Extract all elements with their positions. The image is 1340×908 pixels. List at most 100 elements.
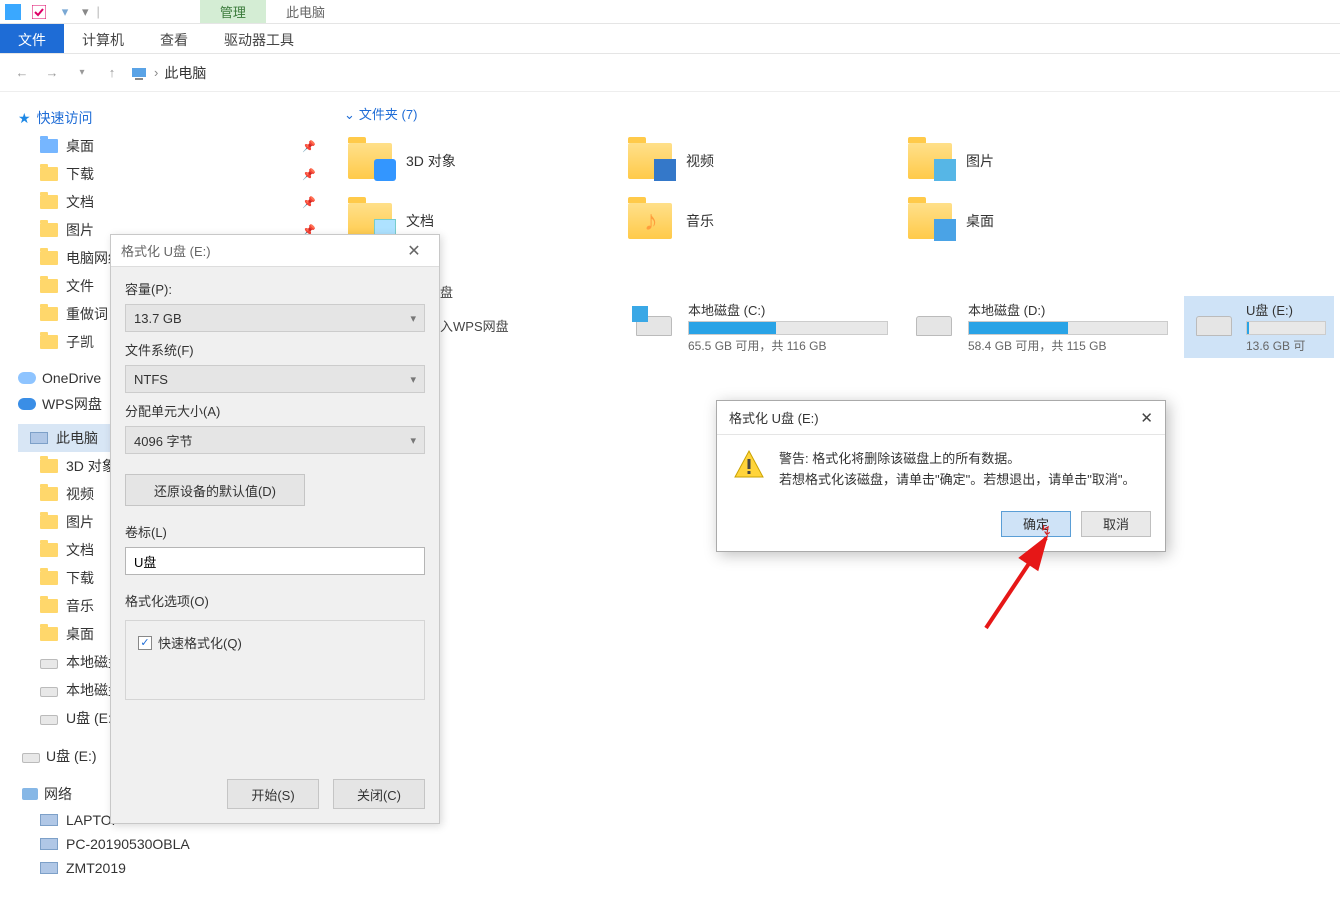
cloud-icon — [18, 398, 36, 410]
sidebar-item-downloads[interactable]: 下载📌 — [18, 160, 330, 188]
restore-defaults-button[interactable]: 还原设备的默认值(D) — [125, 474, 305, 506]
close-button[interactable]: 关闭(C) — [333, 779, 425, 809]
chevron-down-icon: ▾ — [410, 434, 416, 447]
drive-icon — [40, 659, 58, 669]
wps-drive-label: 盘 — [440, 282, 453, 301]
volume-label-input[interactable] — [125, 547, 425, 575]
capacity-select[interactable]: 13.7 GB▾ — [125, 304, 425, 332]
network-icon — [22, 788, 38, 800]
ribbon: 文件 计算机 查看 驱动器工具 — [0, 24, 1340, 54]
tab-manage[interactable]: 管理 — [200, 0, 266, 23]
checkbox-checked-icon[interactable]: ✓ — [138, 636, 152, 650]
allocation-label: 分配单元大小(A) — [125, 401, 425, 420]
sidebar-item-desktop[interactable]: 桌面📌 — [18, 132, 330, 160]
star-icon: ★ — [18, 110, 31, 127]
drive-icon — [1192, 300, 1234, 336]
nav-forward[interactable]: → — [40, 61, 64, 85]
ribbon-drivetools[interactable]: 驱动器工具 — [206, 24, 312, 53]
sidebar-item-netpc3[interactable]: ZMT2019 — [18, 856, 330, 880]
chevron-down-icon: ▾ — [410, 312, 416, 325]
allocation-select[interactable]: 4096 字节▾ — [125, 426, 425, 454]
title-bar: ▾ ▾ | 管理 此电脑 — [0, 0, 1340, 24]
path-chevron-icon: › — [154, 65, 158, 80]
pin-icon: 📌 — [302, 140, 316, 153]
sidebar-item-netpc2[interactable]: PC-20190530OBLA — [18, 832, 330, 856]
drive-icon — [40, 687, 58, 697]
folder-icon — [40, 279, 58, 293]
format-options-box: ✓ 快速格式化(Q) — [125, 620, 425, 700]
folder-icon — [628, 143, 672, 179]
folder-icon: ♪ — [628, 203, 672, 239]
usage-bar — [688, 321, 888, 335]
drive-icon — [40, 715, 58, 725]
group-header-folders[interactable]: ⌄文件夹 (7) — [340, 100, 1330, 131]
pc-icon — [130, 64, 148, 82]
qat-pipe: | — [97, 4, 100, 19]
ribbon-computer[interactable]: 计算机 — [64, 24, 142, 53]
drive-e[interactable]: U盘 (E:) 13.6 GB 可 — [1184, 296, 1334, 358]
pin-icon: 📌 — [302, 168, 316, 181]
folder-icon — [40, 459, 58, 473]
path-segment[interactable]: 此电脑 — [164, 63, 206, 83]
pin-icon: 📌 — [302, 196, 316, 209]
format-options-label: 格式化选项(O) — [125, 591, 425, 610]
pc-icon — [40, 862, 58, 874]
cancel-button[interactable]: 取消 — [1081, 511, 1151, 537]
address-bar: ← → ▾ ↑ › 此电脑 — [0, 54, 1340, 92]
nav-dropdown[interactable]: ▾ — [70, 61, 94, 85]
nav-up[interactable]: ↑ — [100, 61, 124, 85]
usage-bar — [1246, 321, 1326, 335]
confirm-dialog: 格式化 U盘 (E:) ✕ 警告: 格式化将删除该磁盘上的所有数据。 若想格式化… — [716, 400, 1166, 552]
dialog-titlebar[interactable]: 格式化 U盘 (E:) ✕ — [717, 401, 1165, 435]
quick-access-toolbar: ▾ ▾ | — [4, 3, 100, 21]
folder-icon — [40, 139, 58, 153]
folder-icon — [908, 143, 952, 179]
folder-music[interactable]: ♪音乐 — [620, 191, 900, 251]
start-button[interactable]: 开始(S) — [227, 779, 319, 809]
folder-icon — [40, 543, 58, 557]
sidebar-item-documents[interactable]: 文档📌 — [18, 188, 330, 216]
chevron-down-icon: ⌄ — [344, 107, 355, 122]
qat-separator: ▾ — [82, 4, 89, 20]
format-dialog: 格式化 U盘 (E:) ✕ 容量(P): 13.7 GB▾ 文件系统(F) NT… — [110, 234, 440, 824]
filesystem-select[interactable]: NTFS▾ — [125, 365, 425, 393]
folder-icon — [40, 307, 58, 321]
usage-bar — [968, 321, 1168, 335]
chevron-down-icon: ▾ — [410, 373, 416, 386]
close-button[interactable]: ✕ — [1140, 409, 1153, 427]
ribbon-view[interactable]: 查看 — [142, 24, 206, 53]
folder-icon — [40, 515, 58, 529]
wps-drive-hint: 入WPS网盘 — [440, 316, 509, 335]
folder-3d[interactable]: 3D 对象 — [340, 131, 620, 191]
drive-icon — [912, 300, 956, 336]
confirm-message: 警告: 格式化将删除该磁盘上的所有数据。 若想格式化该磁盘，请单击"确定"。若想… — [779, 449, 1135, 491]
nav-back[interactable]: ← — [10, 61, 34, 85]
ok-button[interactable]: 确定 ↯ — [1001, 511, 1071, 537]
drive-c[interactable]: 本地磁盘 (C:) 65.5 GB 可用，共 116 GB — [624, 296, 904, 358]
qat-dropdown-icon[interactable]: ▾ — [56, 3, 74, 21]
pc-icon — [40, 814, 58, 826]
dialog-titlebar[interactable]: 格式化 U盘 (E:) ✕ — [111, 235, 439, 267]
folder-pictures[interactable]: 图片 — [900, 131, 1180, 191]
folder-icon — [40, 195, 58, 209]
context-tabs: 管理 此电脑 — [200, 0, 345, 23]
folder-video[interactable]: 视频 — [620, 131, 900, 191]
pc-icon — [40, 838, 58, 850]
close-button[interactable]: ✕ — [399, 241, 429, 261]
folder-icon — [908, 203, 952, 239]
quick-format-row[interactable]: ✓ 快速格式化(Q) — [134, 629, 416, 652]
capacity-label: 容量(P): — [125, 279, 425, 298]
dialog-title: 格式化 U盘 (E:) — [729, 408, 819, 427]
drive-d[interactable]: 本地磁盘 (D:) 58.4 GB 可用，共 115 GB — [904, 296, 1184, 358]
drive-icon — [22, 753, 40, 763]
folder-desktop[interactable]: 桌面 — [900, 191, 1180, 251]
sidebar-quick-access[interactable]: ★快速访问 — [18, 104, 330, 132]
pc-icon — [30, 432, 48, 444]
qat-checkbox-icon[interactable] — [30, 3, 48, 21]
folder-icon — [40, 251, 58, 265]
tab-thispc: 此电脑 — [266, 0, 345, 23]
folder-icon — [40, 599, 58, 613]
folder-icon — [40, 627, 58, 641]
ribbon-file[interactable]: 文件 — [0, 24, 64, 53]
folder-icon — [40, 167, 58, 181]
